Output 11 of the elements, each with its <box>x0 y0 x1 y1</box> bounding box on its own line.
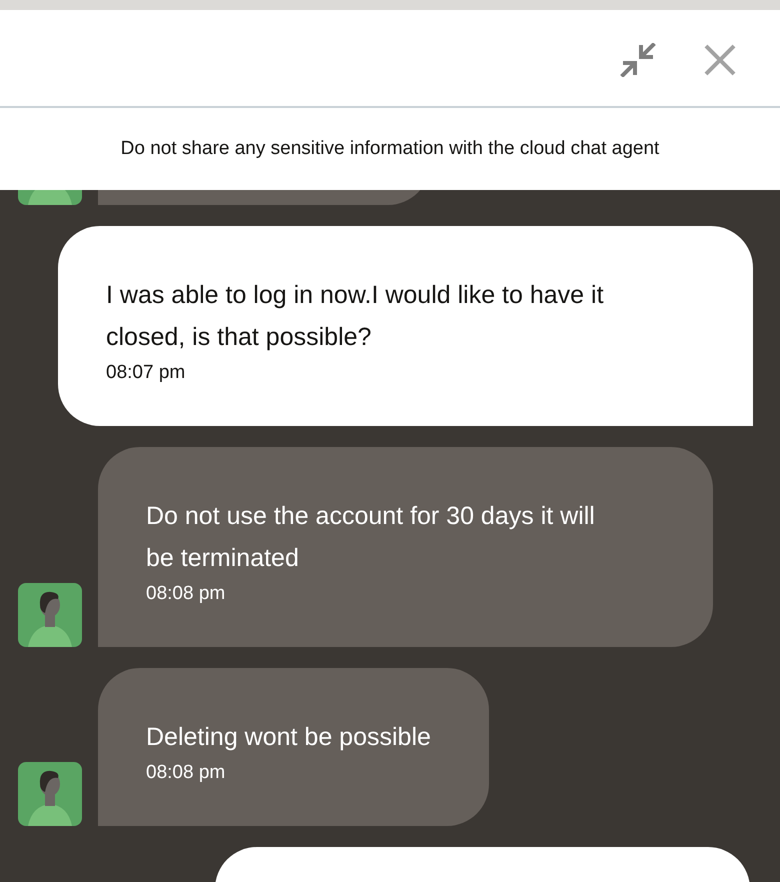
message-time: 08:07 pm <box>106 361 186 385</box>
avatar-icon <box>18 583 82 647</box>
message-text: I was able to log in now.I would like to have it closed, is that possible? <box>106 280 605 353</box>
minimize-icon[interactable] <box>620 43 656 77</box>
avatar-icon <box>18 762 82 826</box>
notice-text: Do not share any sensitive information with the cloud chat agent <box>120 136 660 161</box>
message-time: 08:08 pm <box>146 761 226 785</box>
message-time: 08:08 pm <box>146 582 226 606</box>
message-text: Do not use the account for 30 days it will be terminated <box>146 501 596 574</box>
message-text: Deleting wont be possible <box>146 722 431 753</box>
close-icon[interactable] <box>704 44 736 76</box>
